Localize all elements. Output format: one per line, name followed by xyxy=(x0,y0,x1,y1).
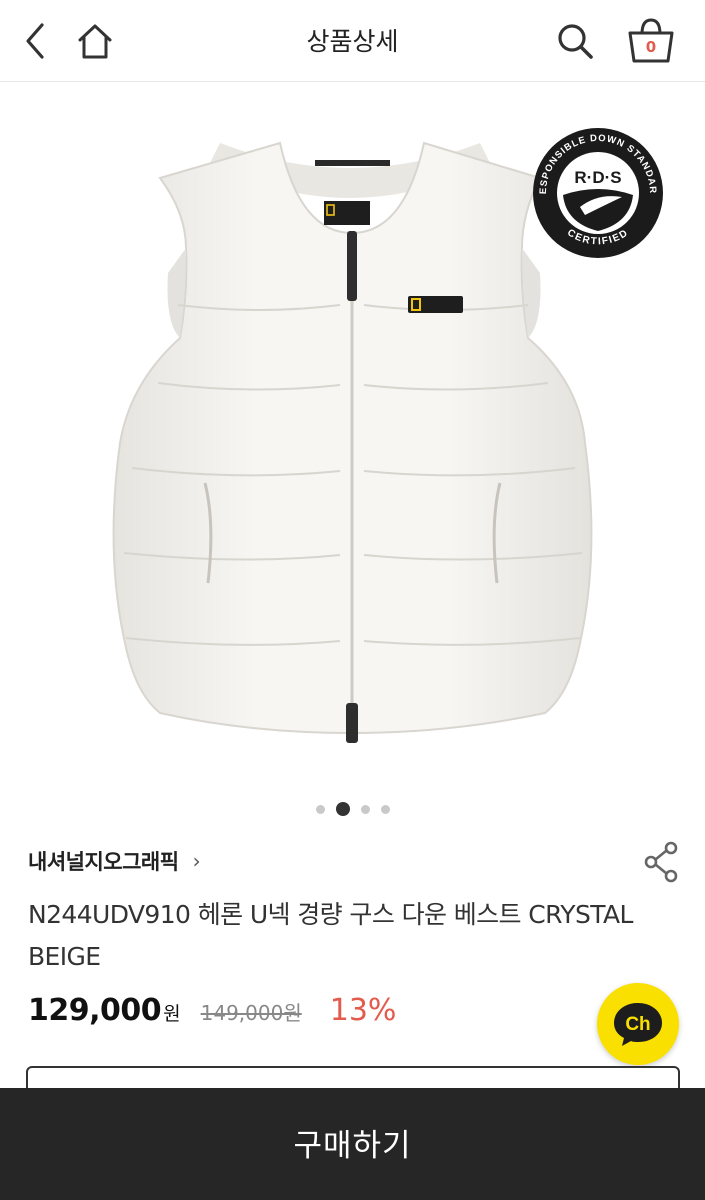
carousel-dot[interactable] xyxy=(380,804,390,814)
product-name: N244UDV910 헤론 U넥 경량 구스 다운 베스트 CRYSTAL BE… xyxy=(28,900,633,971)
discount-rate: 13% xyxy=(329,993,397,1028)
price-unit: 원 xyxy=(163,1003,181,1025)
buy-button-label: 구매하기 xyxy=(293,1127,412,1164)
price-row: 129,000 원 149,000원 13% xyxy=(28,993,396,1043)
product-image-carousel[interactable]: R·D·S RESPONSIBLE DOWN STANDARD CERTIFIE… xyxy=(0,83,705,783)
share-icon xyxy=(644,841,678,883)
chat-bubble-icon: Ch xyxy=(614,1003,662,1046)
product-photo-vest: R·D·S RESPONSIBLE DOWN STANDARD CERTIFIE… xyxy=(0,83,663,743)
search-button[interactable] xyxy=(550,16,600,66)
sale-price: 129,000 xyxy=(28,993,162,1028)
original-price: 149,000원 xyxy=(200,1001,302,1025)
brand-link[interactable]: 내셔널지오그래픽 › xyxy=(28,845,201,877)
buy-button[interactable]: 구매하기 xyxy=(0,1088,705,1200)
chat-label: Ch xyxy=(625,1014,650,1035)
brand-name: 내셔널지오그래픽 xyxy=(28,850,179,874)
carousel-dot[interactable] xyxy=(315,804,325,814)
share-button[interactable] xyxy=(642,840,682,884)
chevron-right-icon: › xyxy=(192,849,201,873)
carousel-dot[interactable] xyxy=(360,804,370,814)
cart-button[interactable]: 0 xyxy=(626,16,676,66)
carousel-dot[interactable] xyxy=(335,802,350,816)
kakao-channel-chat-button[interactable]: Ch xyxy=(597,983,679,1065)
top-app-bar: 상품상세 0 xyxy=(0,0,705,82)
cart-count-badge: 0 xyxy=(645,38,657,56)
search-icon xyxy=(558,24,593,59)
rds-center-text: R·D·S xyxy=(574,168,621,187)
carousel-indicator xyxy=(0,801,705,817)
